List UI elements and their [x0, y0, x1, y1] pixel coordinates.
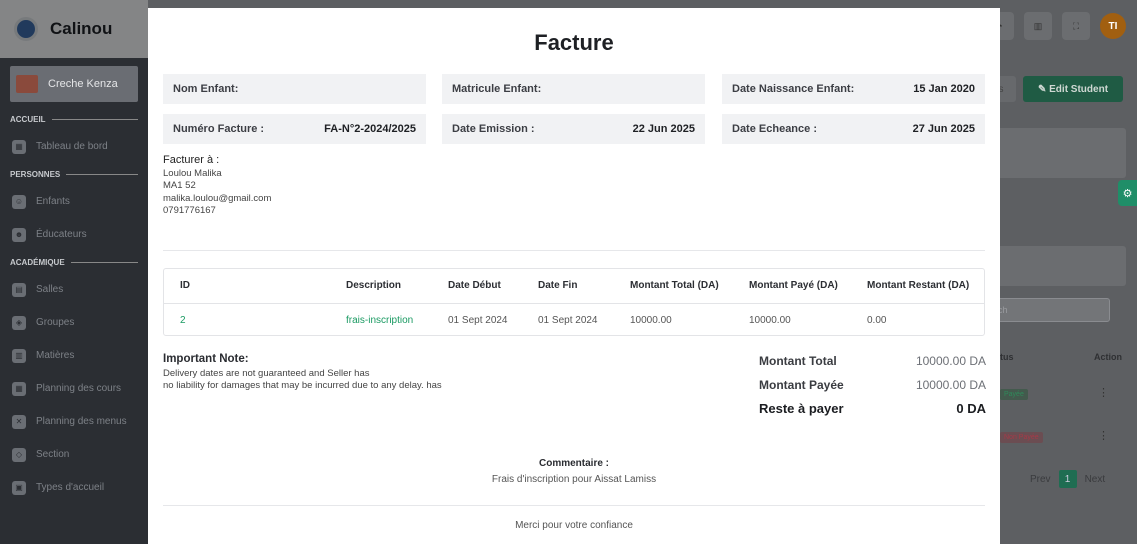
table-cell-description: frais-inscription — [346, 315, 414, 326]
sidebar-section-academique: ACADÉMIQUE — [0, 251, 148, 273]
sidebar-item-matieres[interactable]: ▥ Matières — [0, 339, 148, 372]
subject-icon: ▥ — [12, 348, 26, 363]
total-label: Montant Total — [759, 354, 837, 368]
table-header: Date Début — [448, 280, 501, 291]
creche-name: Creche Kenza — [48, 78, 118, 90]
app-logo — [14, 17, 38, 41]
total-value: 10000.00 DA — [915, 354, 986, 368]
search-input[interactable]: rch — [986, 298, 1110, 322]
brand[interactable]: Calinou — [0, 0, 148, 58]
table-header: Montant Restant (DA) — [867, 280, 970, 291]
sidebar-item-groupes[interactable]: ◈ Groupes — [0, 306, 148, 339]
bill-to-heading: Facturer à : — [163, 154, 220, 166]
field-date-emission: Date Emission :22 Jun 2025 — [442, 114, 705, 144]
settings-gear-icon[interactable]: ⚙ — [1118, 180, 1137, 206]
page-button[interactable]: 1 — [1058, 470, 1077, 488]
sidebar-item-tableau-de-bord[interactable]: ▦ Tableau de bord — [0, 130, 148, 163]
sidebar-item-salles[interactable]: ▤ Salles — [0, 273, 148, 306]
table-header: Montant Total (DA) — [630, 280, 719, 291]
field-matricule-enfant: Matricule Enfant: — [442, 74, 705, 104]
comment-text: Frais d'inscription pour Aissat Lamiss — [491, 474, 657, 485]
table-cell-id: 2 — [180, 315, 186, 326]
fullscreen-icon[interactable]: ⛶ — [1062, 12, 1090, 40]
child-icon: ☺ — [12, 194, 26, 209]
background-card — [986, 128, 1126, 178]
invoice-modal: Facture Nom Enfant: Matricule Enfant: Da… — [148, 8, 1000, 544]
topbar-actions: ◔ ▥ ⛶ TI — [986, 12, 1126, 40]
background-card — [986, 246, 1126, 286]
bill-to: Facturer à : Loulou Malika MA1 52 malika… — [163, 154, 271, 218]
note-heading: Important Note: — [163, 353, 249, 365]
bill-to-phone: 0791776167 — [163, 205, 216, 216]
app-name: Calinou — [50, 19, 113, 38]
dashboard-icon: ▦ — [12, 139, 26, 154]
creche-selector[interactable]: Creche Kenza — [10, 66, 138, 102]
sidebar-section-accueil: ACCUEIL — [0, 108, 148, 130]
note-line: Delivery dates are not guaranteed and Se… — [163, 368, 370, 379]
status-badge: Non Payée — [1000, 432, 1043, 443]
comment-heading: Commentaire : — [538, 458, 609, 469]
sidebar: Calinou Creche Kenza ACCUEIL ▦ Tableau de… — [0, 0, 148, 544]
important-note: Important Note: Delivery dates are not g… — [163, 353, 442, 392]
row-menu-icon[interactable]: ⋮ — [1098, 429, 1109, 442]
stats-icon[interactable]: ▥ — [1024, 12, 1052, 40]
divider — [163, 250, 985, 251]
group-icon: ◈ — [12, 315, 26, 330]
table-cell-montant-total: 10000.00 — [630, 315, 672, 326]
table-header: Description — [346, 280, 402, 291]
invoice-table: ID Description Date Début Date Fin Monta… — [163, 268, 985, 336]
teacher-icon: ☻ — [12, 227, 26, 242]
status-badge: Payée — [1000, 389, 1028, 400]
sidebar-item-section[interactable]: ◇ Section — [0, 438, 148, 471]
sidebar-item-planning-des-cours[interactable]: ▦ Planning des cours — [0, 372, 148, 405]
sidebar-item-educateurs[interactable]: ☻ Éducateurs — [0, 218, 148, 251]
thanks-text: Merci pour votre confiance — [515, 520, 633, 531]
row-menu-icon[interactable]: ⋮ — [1098, 386, 1109, 399]
action-column-header[interactable]: Action — [1094, 352, 1122, 362]
field-date-naissance: Date Naissance Enfant: 15 Jan 2020 — [722, 74, 985, 104]
table-header: Montant Payé (DA) — [749, 280, 838, 291]
type-icon: ▣ — [12, 480, 26, 495]
table-cell-date-debut: 01 Sept 2024 — [448, 315, 508, 326]
prev-button[interactable]: Prev — [1030, 474, 1051, 485]
next-button[interactable]: Next — [1085, 474, 1106, 485]
bill-to-name: Loulou Malika — [163, 167, 222, 179]
sidebar-section-personnes: PERSONNES — [0, 163, 148, 185]
bill-to-email: malika.loulou@gmail.com — [163, 192, 272, 204]
table-cell-date-fin: 01 Sept 2024 — [538, 315, 598, 326]
table-cell-montant-paye: 10000.00 — [749, 315, 791, 326]
invoice-title: Facture — [534, 30, 614, 55]
sidebar-item-enfants[interactable]: ☺ Enfants — [0, 185, 148, 218]
edit-icon: ✎ — [1037, 83, 1050, 95]
calendar-icon: ▦ — [12, 381, 26, 396]
room-icon: ▤ — [12, 282, 26, 297]
bill-to-address: MA1 52 — [163, 180, 196, 191]
avatar[interactable]: TI — [1100, 13, 1126, 39]
table-header: ID — [180, 280, 190, 291]
paid-label: Montant Payée — [759, 378, 844, 392]
table-cell-montant-restant: 0.00 — [867, 315, 887, 326]
field-date-echeance: Date Echeance :27 Jun 2025 — [722, 114, 985, 144]
divider — [163, 505, 985, 506]
menu-icon: ✕ — [12, 414, 26, 429]
edit-student-button[interactable]: ✎ Edit Student — [1023, 76, 1123, 102]
table-header-row: ID Description Date Début Date Fin Monta… — [164, 269, 984, 302]
creche-thumbnail — [16, 75, 38, 93]
sidebar-item-planning-des-menus[interactable]: ✕ Planning des menus — [0, 405, 148, 438]
rest-value: 0 DA — [956, 401, 986, 416]
sidebar-item-types-accueil[interactable]: ▣ Types d'accueil — [0, 471, 148, 504]
paid-value: 10000.00 DA — [915, 378, 986, 392]
status-column-header[interactable]: tus — [1000, 352, 1014, 362]
table-row: 2 frais-inscription 01 Sept 2024 01 Sept… — [164, 303, 984, 336]
field-numero-facture: Numéro Facture : FA-N°2-2024/2025 — [163, 114, 426, 144]
section-icon: ◇ — [12, 447, 26, 462]
rest-label: Reste à payer — [759, 401, 844, 416]
pagination: Prev 1 Next — [1030, 470, 1105, 488]
note-line: no liability for damages that may be inc… — [163, 380, 442, 391]
field-nom-enfant: Nom Enfant: — [163, 74, 426, 104]
table-header: Date Fin — [538, 280, 578, 291]
